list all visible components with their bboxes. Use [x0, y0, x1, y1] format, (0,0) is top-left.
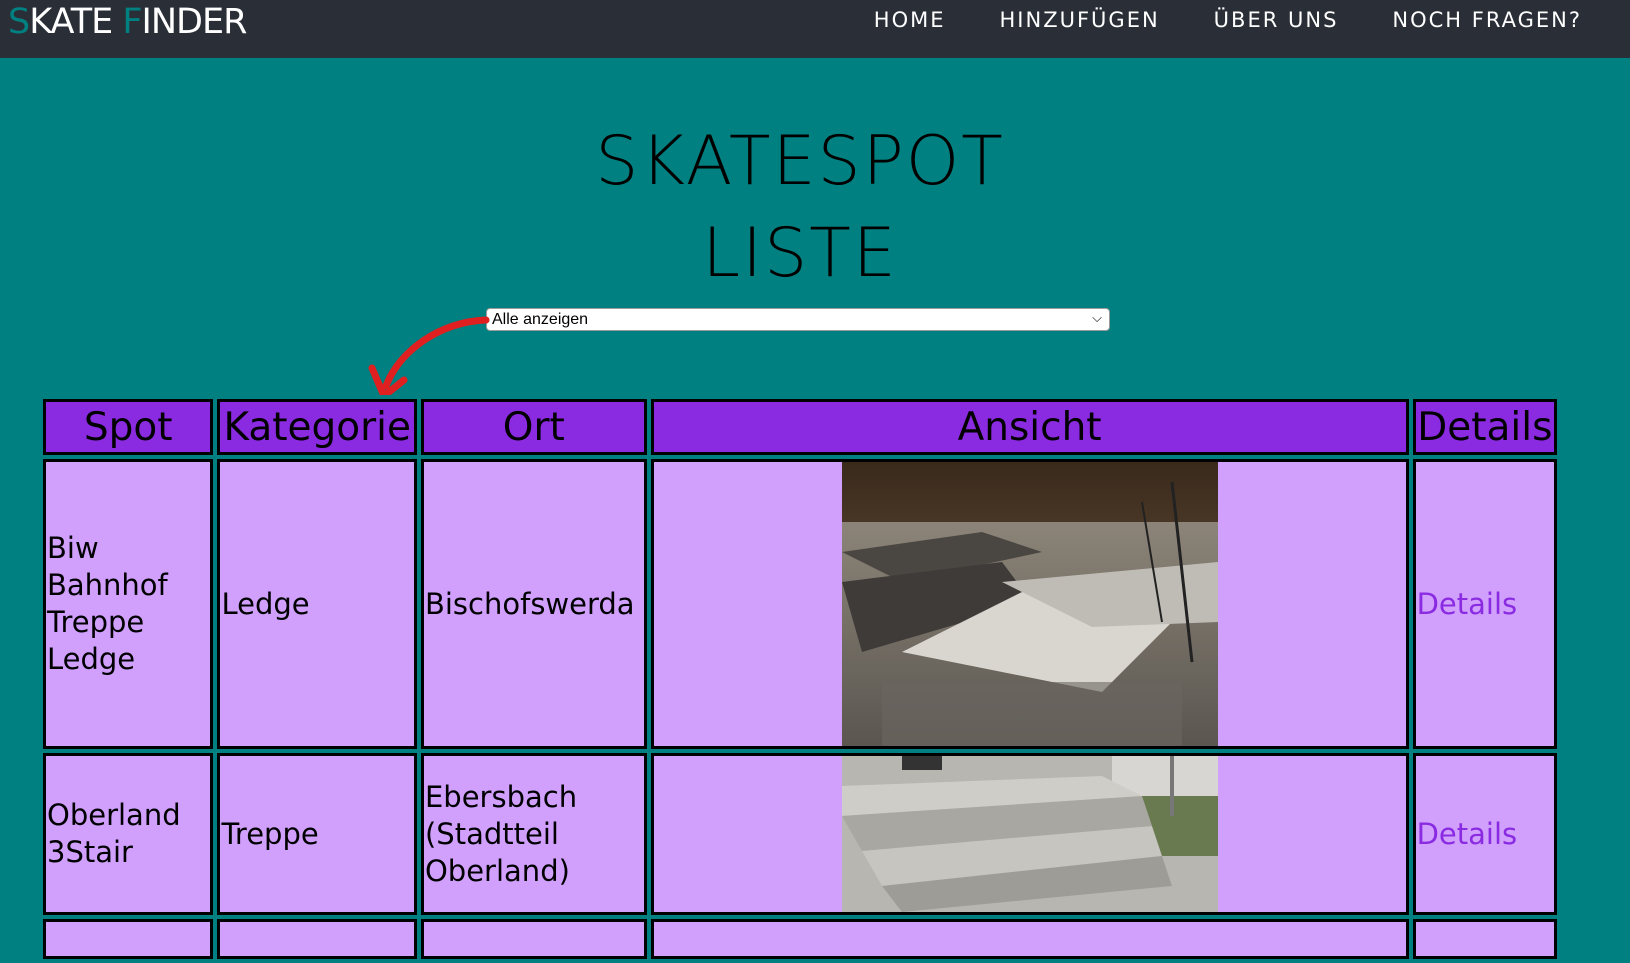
page-title-line-1: SKATESPOT [595, 122, 1005, 201]
table-header-row: Spot Kategorie Ort Ansicht Details [43, 399, 1557, 455]
nav-link-questions[interactable]: NOCH FRAGEN? [1392, 8, 1582, 32]
spot-name-line: Bahnhof [47, 568, 168, 602]
location-line: Oberland) [424, 853, 570, 888]
category-cell: Treppe [217, 753, 417, 915]
category-cell: Ledge [217, 459, 417, 749]
category-cell [217, 919, 417, 959]
nav-link-home[interactable]: HOME [874, 8, 946, 32]
header-ansicht: Ansicht [650, 399, 1409, 455]
page-title-line-2: LISTE [702, 214, 898, 293]
location-line: (Stadtteil [424, 816, 559, 851]
spot-name-cell: Biw Bahnhof Treppe Ledge [43, 459, 214, 749]
brand-part-1: KATE [29, 2, 123, 42]
brand-second-letter: F [122, 2, 142, 42]
location-cell [420, 919, 647, 959]
location-line: Bischofswerda [424, 586, 635, 621]
header-ort: Ort [420, 399, 647, 455]
nav-link-add[interactable]: HINZUFÜGEN [1000, 8, 1160, 32]
brand-part-2: INDER [141, 2, 248, 42]
details-link[interactable]: Details [1417, 817, 1518, 851]
spot-photo [841, 756, 1218, 912]
table-row: Oberland 3Stair Treppe Ebersbach (Stadtt… [43, 753, 1557, 915]
page-title: SKATESPOT LISTE [520, 116, 1080, 300]
header-details: Details [1412, 399, 1557, 455]
top-navbar: SKATE FINDER HOME HINZUFÜGEN ÜBER UNS NO… [0, 0, 1630, 58]
nav-link-about[interactable]: ÜBER UNS [1214, 8, 1339, 32]
details-cell: Details [1412, 753, 1557, 915]
main-nav: HOME HINZUFÜGEN ÜBER UNS NOCH FRAGEN? [874, 8, 1582, 32]
location-line: Ebersbach [424, 779, 578, 814]
view-cell [650, 753, 1409, 915]
category-filter-select[interactable]: Alle anzeigen [486, 308, 1110, 331]
category-filter: Alle anzeigen ⌵ [486, 308, 1110, 331]
header-spot: Spot [43, 399, 214, 455]
spot-name-line: Oberland [47, 798, 181, 832]
location-cell: Bischofswerda [420, 459, 647, 749]
brand-first-letter: S [8, 2, 30, 42]
table-row: Biw Bahnhof Treppe Ledge Ledge Bischofsw… [43, 459, 1557, 749]
spot-name-line: Biw [47, 531, 99, 565]
spot-photo [841, 462, 1218, 746]
brand-logo[interactable]: SKATE FINDER [8, 2, 248, 42]
skatespot-table: Spot Kategorie Ort Ansicht Details Biw B… [39, 395, 1561, 963]
header-kategorie: Kategorie [217, 399, 417, 455]
table-row [43, 919, 1557, 959]
spot-name-line: Ledge [47, 642, 136, 676]
spot-name-line: 3Stair [47, 835, 133, 869]
spot-name-cell [43, 919, 214, 959]
view-cell [650, 919, 1409, 959]
spot-name-cell: Oberland 3Stair [43, 753, 214, 915]
details-link[interactable]: Details [1417, 587, 1518, 621]
details-cell [1412, 919, 1557, 959]
view-cell [650, 459, 1409, 749]
location-cell: Ebersbach (Stadtteil Oberland) [420, 753, 647, 915]
details-cell: Details [1412, 459, 1557, 749]
spot-name-line: Treppe [47, 605, 145, 639]
